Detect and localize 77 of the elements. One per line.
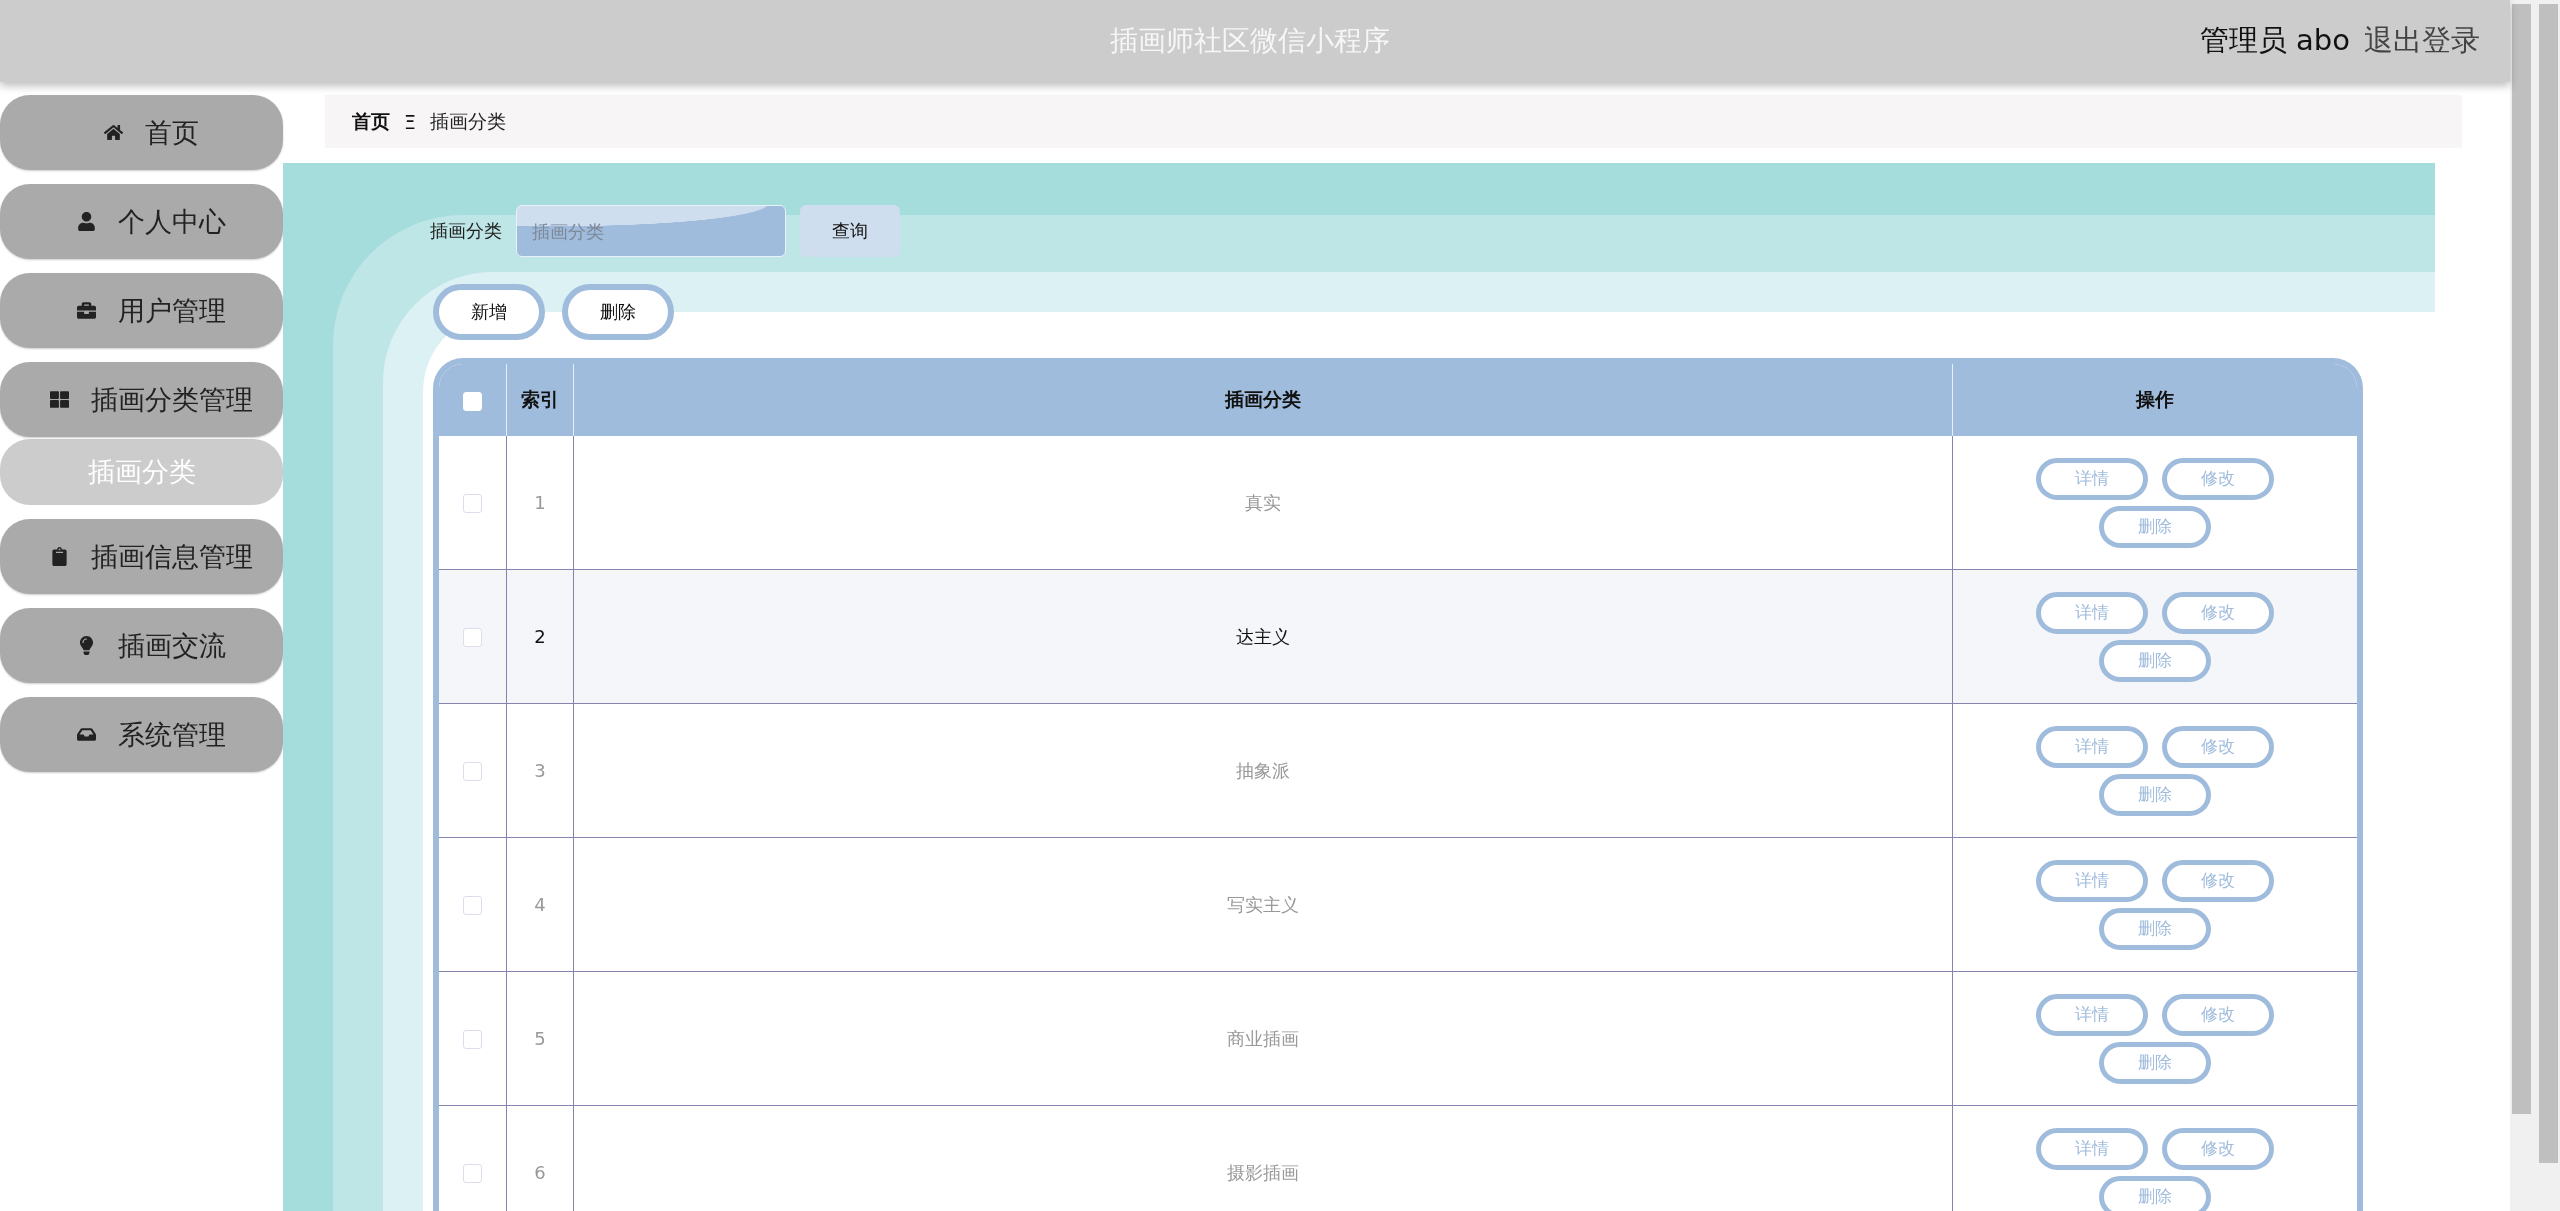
row-checkbox[interactable] [463, 628, 482, 648]
grid-icon [50, 390, 69, 409]
row-action-button[interactable]: 删除 [2099, 639, 2211, 682]
tray-icon [77, 725, 96, 744]
sidebar-item[interactable]: 用户管理 [0, 273, 283, 348]
table-row[interactable]: 4 写实主义 详情 修改 删除 [439, 837, 2357, 971]
table-row[interactable]: 2 达主义 详情 修改 删除 [439, 569, 2357, 703]
home-icon [104, 123, 123, 142]
category-cell: 抽象派 [573, 703, 1952, 837]
row-checkbox[interactable] [463, 1030, 482, 1050]
column-header: 插画分类 [573, 364, 1952, 436]
breadcrumb-home[interactable]: 首页 [352, 108, 390, 135]
index-cell: 4 [506, 837, 573, 971]
column-header: 操作 [1952, 364, 2357, 436]
table-row[interactable]: 3 抽象派 详情 修改 删除 [439, 703, 2357, 837]
category-cell: 商业插画 [573, 971, 1952, 1105]
search-field[interactable]: 插画分类 [516, 205, 786, 257]
query-button[interactable]: 查询 [800, 205, 900, 257]
index-cell: 2 [506, 569, 573, 703]
sidebar-item[interactable]: 个人中心 [0, 184, 283, 259]
category-cell: 真实 [573, 436, 1952, 569]
sidebar-label: 首页 [145, 115, 199, 150]
search-label: 插画分类 [430, 219, 502, 243]
row-action-button[interactable]: 修改 [2162, 993, 2274, 1036]
row-action-button[interactable]: 详情 [2036, 859, 2148, 902]
lightbulb-icon [77, 636, 96, 655]
user-icon [77, 212, 96, 231]
select-all-checkbox[interactable] [463, 392, 482, 411]
sidebar-label: 系统管理 [118, 717, 226, 752]
scrollbar[interactable] [2510, 0, 2560, 1211]
row-action-button[interactable]: 修改 [2162, 725, 2274, 768]
category-cell: 写实主义 [573, 837, 1952, 971]
row-action-button[interactable]: 删除 [2099, 1041, 2211, 1084]
row-checkbox[interactable] [463, 762, 482, 782]
row-action-button[interactable]: 详情 [2036, 1127, 2148, 1170]
action-button[interactable]: 新增 [433, 284, 545, 340]
row-action-button[interactable]: 详情 [2036, 993, 2148, 1036]
category-cell: 达主义 [573, 569, 1952, 703]
breadcrumb-current: 插画分类 [430, 108, 506, 134]
sidebar-item[interactable]: 首页 [0, 95, 283, 170]
clipboard-icon [50, 547, 69, 566]
sidebar-item[interactable]: 系统管理 [0, 697, 283, 772]
row-action-button[interactable]: 修改 [2162, 591, 2274, 634]
action-button[interactable]: 删除 [562, 284, 674, 340]
index-cell: 5 [506, 971, 573, 1105]
sidebar-label: 插画交流 [118, 628, 226, 663]
user-name: 管理员 abo [2199, 22, 2350, 59]
row-action-button[interactable]: 修改 [2162, 457, 2274, 500]
row-checkbox[interactable] [463, 494, 482, 514]
row-checkbox[interactable] [463, 1164, 482, 1184]
row-checkbox[interactable] [463, 896, 482, 916]
category-cell: 摄影插画 [573, 1105, 1952, 1211]
column-header: 索引 [506, 364, 573, 436]
row-action-button[interactable]: 详情 [2036, 457, 2148, 500]
sidebar-label: 用户管理 [118, 293, 226, 328]
briefcase-icon [77, 301, 96, 320]
index-cell: 6 [506, 1105, 573, 1211]
row-action-button[interactable]: 删除 [2099, 773, 2211, 816]
row-action-button[interactable]: 修改 [2162, 859, 2274, 902]
row-action-button[interactable]: 删除 [2099, 907, 2211, 950]
index-cell: 3 [506, 703, 573, 837]
sidebar-item[interactable]: 插画分类管理 [0, 362, 283, 437]
table-row[interactable]: 5 商业插画 详情 修改 删除 [439, 971, 2357, 1105]
row-action-button[interactable]: 删除 [2099, 1175, 2211, 1211]
row-action-button[interactable]: 删除 [2099, 505, 2211, 548]
row-action-button[interactable]: 修改 [2162, 1127, 2274, 1170]
breadcrumb-separator: Ξ [404, 110, 416, 133]
index-cell: 1 [506, 436, 573, 569]
sidebar-label: 插画分类管理 [91, 382, 253, 417]
row-action-button[interactable]: 详情 [2036, 591, 2148, 634]
sidebar-item[interactable]: 插画信息管理 [0, 519, 283, 594]
table-row[interactable]: 6 摄影插画 详情 修改 删除 [439, 1105, 2357, 1211]
sidebar-label: 个人中心 [118, 204, 226, 239]
row-action-button[interactable]: 详情 [2036, 725, 2148, 768]
logout-link[interactable]: 退出登录 [2364, 21, 2480, 61]
sidebar-item[interactable]: 插画交流 [0, 608, 283, 683]
sidebar-label: 插画信息管理 [91, 539, 253, 574]
